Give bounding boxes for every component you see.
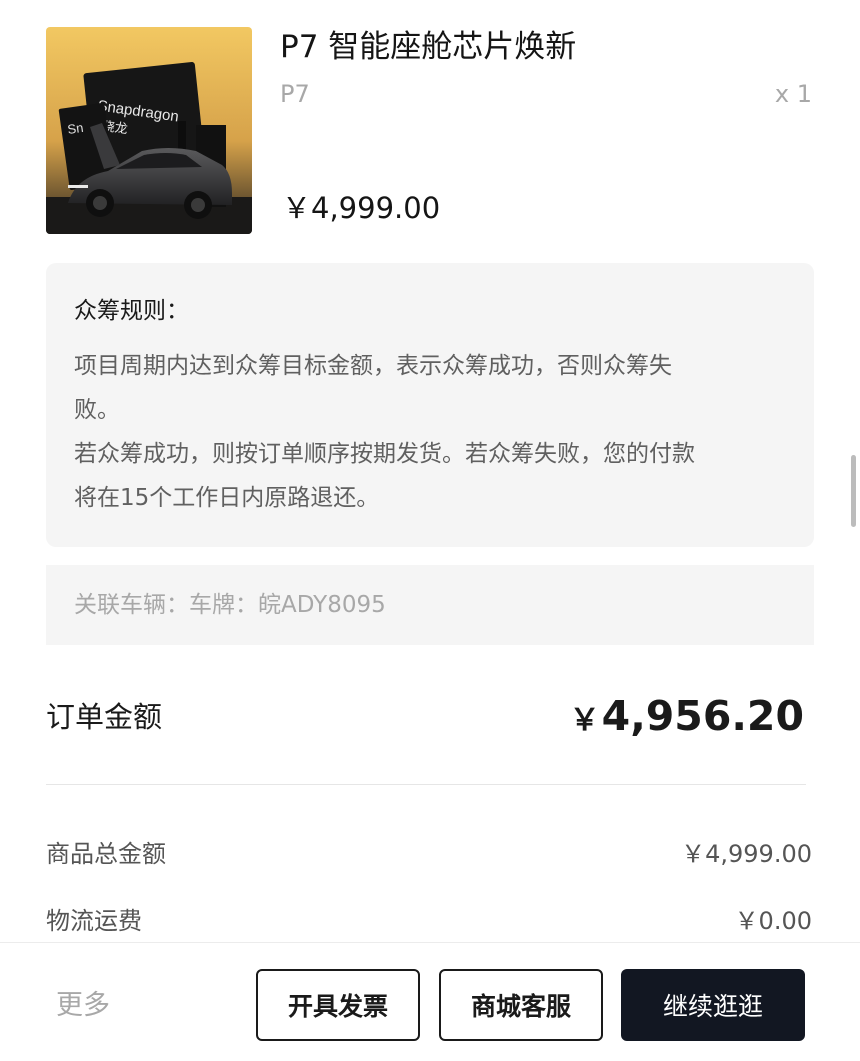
crowdfunding-rules-box: 众筹规则： 项目周期内达到众筹目标金额，表示众筹成功，否则众筹失 败。 若众筹成… <box>46 263 814 547</box>
product-image: Snapdragon 骁龙 Sn <box>46 27 252 234</box>
rules-paragraph: 若众筹成功，则按订单顺序按期发货。若众筹失败，您的付款 <box>74 441 695 467</box>
rules-paragraph: 将在15个工作日内原路退还。 <box>74 485 380 511</box>
order-total-number: 4,956.20 <box>601 692 804 740</box>
divider <box>46 784 806 785</box>
shipping-fee-label: 物流运费 <box>46 907 142 935</box>
scrollbar[interactable] <box>851 455 856 527</box>
order-currency-symbol: ￥ <box>569 703 600 738</box>
goods-total-label: 商品总金额 <box>46 840 166 868</box>
product-quantity: x 1 <box>774 80 812 108</box>
snapdragon-partial-text: Sn <box>66 120 84 137</box>
linked-vehicle-bar: 关联车辆：车牌：皖ADY8095 <box>46 565 814 645</box>
shipping-fee-value: ￥0.00 <box>734 907 812 935</box>
product-title: P7 智能座舱芯片焕新 <box>280 29 577 65</box>
continue-shopping-button[interactable]: 继续逛逛 <box>621 969 805 1041</box>
linked-vehicle-text: 关联车辆：车牌：皖ADY8095 <box>74 592 386 618</box>
rules-paragraph: 败。 <box>74 397 120 423</box>
rules-text: 项目周期内达到众筹目标金额，表示众筹成功，否则众筹失 败。 若众筹成功，则按订单… <box>74 344 794 520</box>
product-card[interactable]: Snapdragon 骁龙 Sn P7 智能座舱芯片焕新 P7 x 1 ￥4,9… <box>46 27 816 237</box>
goods-total-value: ￥4,999.00 <box>681 840 812 868</box>
product-price: ￥4,999.00 <box>282 191 441 225</box>
bottom-action-bar: 更多 开具发票 商城客服 继续逛逛 <box>0 942 860 1061</box>
rules-title: 众筹规则： <box>74 298 189 324</box>
product-variant: P7 <box>280 80 310 108</box>
more-button[interactable]: 更多 <box>56 989 110 1023</box>
order-amount-value: ￥4,956.20 <box>570 690 804 747</box>
rules-paragraph: 项目周期内达到众筹目标金额，表示众筹成功，否则众筹失 <box>74 353 672 379</box>
order-amount-label: 订单金额 <box>46 700 163 734</box>
invoice-button[interactable]: 开具发票 <box>256 969 420 1041</box>
customer-service-button[interactable]: 商城客服 <box>439 969 603 1041</box>
order-detail-page: Snapdragon 骁龙 Sn P7 智能座舱芯片焕新 P7 x 1 ￥4,9… <box>0 0 860 1061</box>
